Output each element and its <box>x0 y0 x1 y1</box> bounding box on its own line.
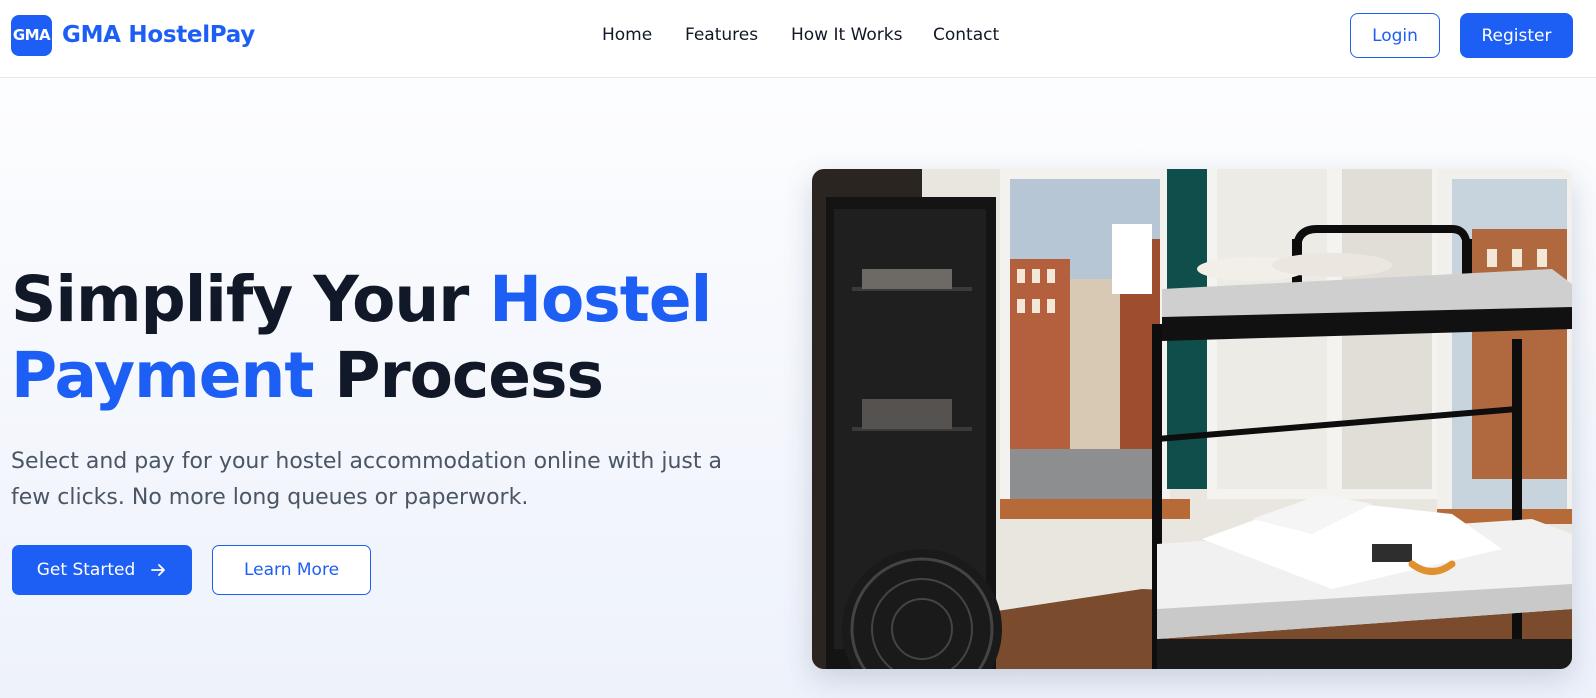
brand-name: GMA HostelPay <box>62 22 255 48</box>
login-button[interactable]: Login <box>1350 13 1440 58</box>
hero-title-accent-hostel: Hostel <box>489 263 712 336</box>
hero-title: Simplify Your Hostel Payment Process <box>11 262 771 414</box>
brand-logo[interactable]: GMA GMA HostelPay <box>11 14 255 56</box>
hero-image <box>812 169 1572 669</box>
hero-title-accent-payment: Payment <box>11 339 314 412</box>
hostel-room-illustration <box>812 169 1572 669</box>
register-button[interactable]: Register <box>1460 13 1573 58</box>
learn-more-button[interactable]: Learn More <box>212 545 371 595</box>
site-header: GMA GMA HostelPay Home Features How It W… <box>0 0 1596 78</box>
arrow-right-icon <box>151 564 166 576</box>
nav-link-how-it-works[interactable]: How It Works <box>791 24 902 46</box>
hero-subtitle: Select and pay for your hostel accommoda… <box>11 449 722 510</box>
nav-link-home[interactable]: Home <box>602 24 652 46</box>
logo-badge: GMA <box>11 14 52 56</box>
hero-title-part1: Simplify Your <box>11 263 490 336</box>
hero-title-part2: Process <box>313 339 604 412</box>
get-started-button[interactable]: Get Started <box>12 545 192 595</box>
nav-link-features[interactable]: Features <box>685 24 758 46</box>
get-started-label: Get Started <box>36 560 136 580</box>
nav-link-contact[interactable]: Contact <box>933 24 999 46</box>
